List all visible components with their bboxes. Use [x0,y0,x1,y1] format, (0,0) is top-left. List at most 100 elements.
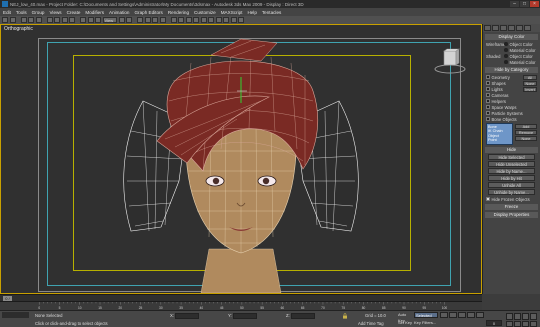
go-to-start-icon[interactable] [440,312,448,318]
percent-snap-icon[interactable] [152,17,158,23]
hide-by-name-button[interactable]: Hide by Name... [488,168,535,174]
previous-frame-icon[interactable] [449,312,457,318]
menu-maxscript[interactable]: MAXScript [221,10,243,15]
list-item[interactable]: IK Chain Object [488,129,511,138]
rendered-frame-icon[interactable] [230,17,237,23]
manipulate-icon[interactable] [126,17,132,23]
key-filters-button[interactable]: Key Filters... [414,320,438,326]
freeze-rollout[interactable]: Freeze [485,204,538,210]
unlink-icon[interactable] [28,17,34,23]
shaded-object-color-radio[interactable] [504,54,508,58]
play-icon[interactable] [458,312,466,318]
z-coordinate-field[interactable] [290,313,315,319]
align-icon[interactable] [185,17,192,23]
viewcube-icon[interactable] [433,45,467,79]
move-icon[interactable] [80,17,86,23]
render-production-icon[interactable] [238,17,244,23]
menu-views[interactable]: Views [49,10,61,15]
mirror-icon[interactable] [178,17,184,23]
bind-space-warp-icon[interactable] [35,17,42,23]
maximize-viewport-icon[interactable] [530,320,537,327]
window-crossing-icon[interactable] [69,17,75,23]
menu-edit[interactable]: Edit [3,10,11,15]
minimize-button[interactable]: – [510,1,519,7]
material-editor-icon[interactable] [215,17,222,23]
all-button[interactable]: All [523,74,537,80]
wireframe-object-color-radio[interactable] [504,42,508,46]
schematic-view-icon[interactable] [208,17,214,23]
menu-tentacles[interactable]: Tentacles [262,10,281,15]
track-bar[interactable]: 0 5 10 15 20 25 30 35 40 45 50 55 60 65 70 75 80 85 90 95 10… [0,301,482,310]
menu-modifiers[interactable]: Modifiers [85,10,104,15]
menu-customize[interactable]: Customize [194,10,216,15]
add-time-tag[interactable]: Add Time Tag [358,321,384,326]
zoom-all-icon[interactable] [514,313,521,320]
orthographic-viewport[interactable]: Orthographic [0,24,482,294]
particle-systems-checkbox[interactable] [486,111,490,115]
hide-by-category-rollout[interactable]: Hide by Category [485,67,538,73]
current-frame-field[interactable]: 0 [486,320,502,326]
go-to-end-icon[interactable] [476,312,484,318]
rectangular-selection-icon[interactable] [61,17,68,23]
viewport-label[interactable]: Orthographic [4,26,33,32]
bone-objects-checkbox[interactable] [486,117,490,121]
zoom-extents-all-icon[interactable] [530,313,537,320]
scale-icon[interactable] [95,17,101,23]
layer-manager-icon[interactable] [193,17,199,23]
list-item[interactable]: Point [488,138,511,142]
wireframe-material-color-radio[interactable] [504,48,508,52]
zoom-icon[interactable] [506,313,513,320]
reference-coordinate-dropdown[interactable]: View [102,17,117,23]
lock-icon[interactable] [342,313,348,319]
remove-button[interactable]: Remove [515,129,537,135]
hide-by-hit-button[interactable]: Hide by Hit [488,175,535,181]
create-tab-icon[interactable] [484,25,491,31]
auto-key-button[interactable]: Auto Key [398,312,412,323]
hierarchy-tab-icon[interactable] [500,25,507,31]
shapes-checkbox[interactable] [486,81,490,85]
hide-frozen-checkbox[interactable] [486,197,490,201]
menu-animation[interactable]: Animation [109,10,129,15]
invert-button[interactable]: Invert [523,86,537,92]
set-key-button[interactable]: Set Key [398,320,412,326]
none-button[interactable]: None [523,80,537,86]
helpers-checkbox[interactable] [486,99,490,103]
next-frame-icon[interactable] [467,312,475,318]
app-logo-icon[interactable] [2,1,8,7]
space-warps-checkbox[interactable] [486,105,490,109]
field-of-view-icon[interactable] [506,320,513,327]
x-coordinate-field[interactable] [174,313,199,319]
modify-tab-icon[interactable] [492,25,499,31]
spinner-snap-icon[interactable] [159,17,166,23]
undo-icon[interactable] [2,17,8,23]
category-listbox[interactable]: Bone IK Chain Object Point [486,123,513,145]
geometry-checkbox[interactable] [486,75,490,79]
menu-group[interactable]: Group [32,10,45,15]
menu-tools[interactable]: Tools [16,10,27,15]
unhide-all-button[interactable]: Unhide All [488,182,535,188]
y-coordinate-field[interactable] [232,313,257,319]
rotate-icon[interactable] [87,17,94,23]
character-head-model[interactable] [91,31,391,293]
cameras-checkbox[interactable] [486,93,490,97]
render-setup-icon[interactable] [223,17,229,23]
select-by-name-icon[interactable] [54,17,60,23]
redo-icon[interactable] [9,17,16,23]
link-icon[interactable] [20,17,27,23]
pivot-center-icon[interactable] [118,17,125,23]
unhide-by-name-button[interactable]: Unhide by Name... [488,189,535,195]
pan-icon[interactable] [514,320,521,327]
menu-rendering[interactable]: Rendering [168,10,189,15]
display-color-rollout[interactable]: Display Color [485,34,538,40]
maximize-button[interactable]: □ [520,1,529,7]
close-button[interactable]: × [530,1,539,7]
display-properties-rollout[interactable]: Display Properties [485,212,538,218]
select-object-icon[interactable] [46,17,53,23]
hide-selected-button[interactable]: Hide Selected [488,154,535,160]
menu-graph-editors[interactable]: Graph Editors [134,10,162,15]
zoom-extents-icon[interactable] [522,313,529,320]
shaded-material-color-radio[interactable] [504,60,508,64]
utilities-tab-icon[interactable] [524,25,531,31]
named-selection-icon[interactable] [170,17,177,23]
display-tab-icon[interactable] [516,25,523,31]
